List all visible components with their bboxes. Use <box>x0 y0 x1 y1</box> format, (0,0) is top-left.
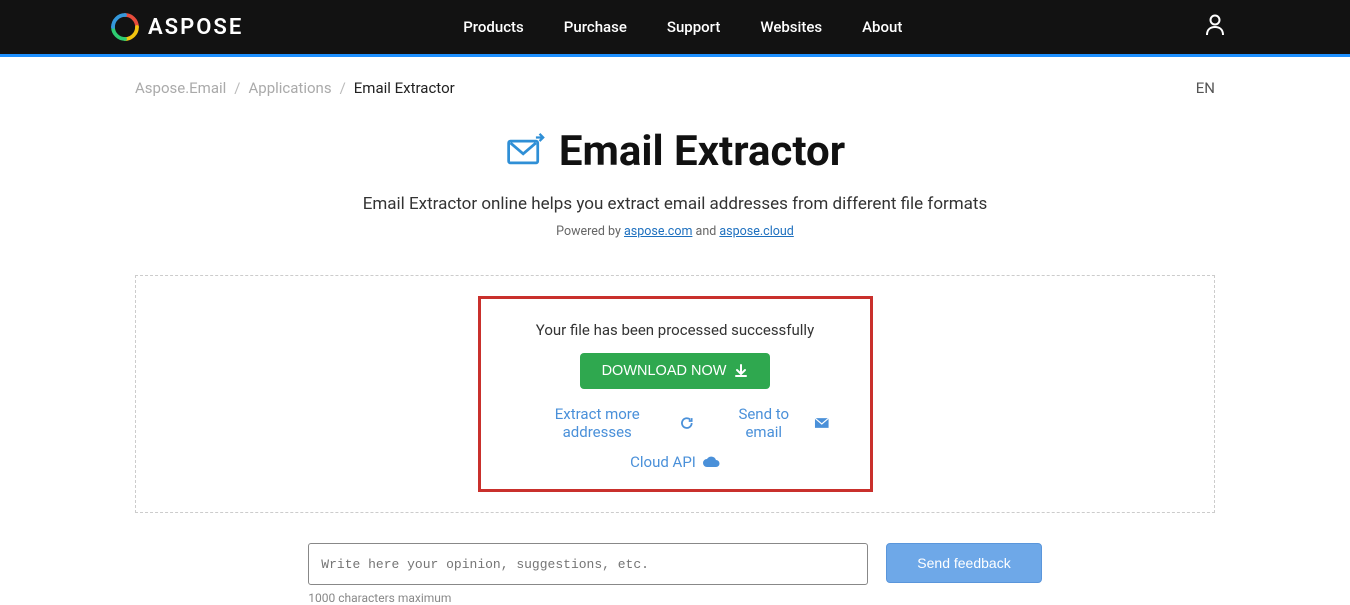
feedback-hint: 1000 characters maximum <box>308 591 868 605</box>
nav-purchase[interactable]: Purchase <box>564 18 627 36</box>
breadcrumb-item-1[interactable]: Aspose.Email <box>135 79 226 97</box>
extract-more-link[interactable]: Extract more addresses <box>521 405 694 441</box>
language-selector[interactable]: EN <box>1196 79 1215 97</box>
nav-support[interactable]: Support <box>667 18 720 36</box>
cloud-icon <box>702 456 720 468</box>
breadcrumb: Aspose.Email / Applications / Email Extr… <box>135 57 1215 107</box>
cloud-api-link[interactable]: Cloud API <box>630 453 720 471</box>
brand-logo[interactable]: ASPOSE <box>110 12 243 42</box>
main-nav: Products Purchase Support Websites About <box>463 18 902 36</box>
user-account-button[interactable] <box>1205 14 1225 40</box>
feedback-input[interactable] <box>308 543 868 585</box>
nav-about[interactable]: About <box>862 18 902 36</box>
nav-websites[interactable]: Websites <box>760 18 822 36</box>
powered-by: Powered by aspose.com and aspose.cloud <box>135 224 1215 239</box>
dropzone[interactable]: Your file has been processed successfull… <box>135 275 1215 513</box>
page-title: Email Extractor <box>559 127 845 176</box>
send-feedback-button[interactable]: Send feedback <box>886 543 1041 583</box>
breadcrumb-current: Email Extractor <box>354 79 455 97</box>
send-to-email-link[interactable]: Send to email <box>720 405 830 441</box>
success-message: Your file has been processed successfull… <box>521 321 830 339</box>
breadcrumb-item-2[interactable]: Applications <box>249 79 332 97</box>
aspose-logo-icon <box>110 12 140 42</box>
envelope-icon <box>814 417 830 429</box>
feedback-row: 1000 characters maximum Send feedback <box>135 543 1215 605</box>
top-header: ASPOSE Products Purchase Support Website… <box>0 0 1350 54</box>
email-extractor-icon <box>505 132 545 172</box>
aspose-com-link[interactable]: aspose.com <box>624 224 692 239</box>
result-panel: Your file has been processed successfull… <box>478 296 873 492</box>
page-title-row: Email Extractor <box>135 127 1215 176</box>
nav-products[interactable]: Products <box>463 18 524 36</box>
user-icon <box>1205 14 1225 36</box>
brand-name: ASPOSE <box>148 15 243 40</box>
aspose-cloud-link[interactable]: aspose.cloud <box>719 224 793 239</box>
refresh-icon <box>680 416 694 430</box>
download-button[interactable]: DOWNLOAD NOW <box>580 353 771 389</box>
page-subtitle: Email Extractor online helps you extract… <box>135 194 1215 214</box>
download-icon <box>734 364 748 378</box>
